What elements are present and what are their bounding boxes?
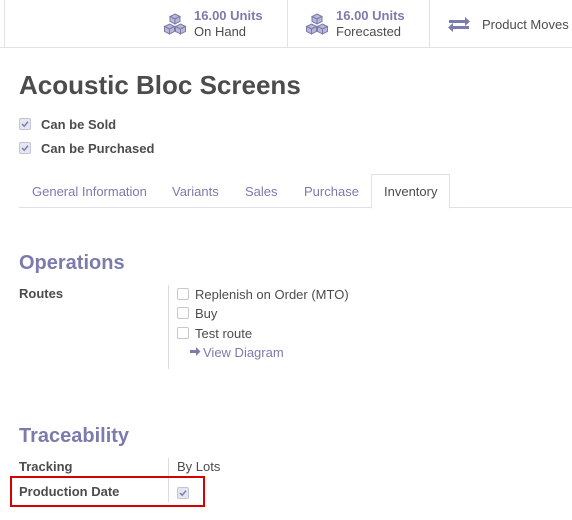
stat-buttons-bar: 16.00 Units On Hand 16.00 Units Forecast… bbox=[0, 0, 572, 48]
checkmark-icon bbox=[21, 121, 29, 128]
can-be-sold-label: Can be Sold bbox=[41, 116, 117, 132]
forecasted-value: 16.00 Units bbox=[336, 8, 405, 23]
tab-purchase[interactable]: Purchase bbox=[304, 174, 359, 208]
routes-divider bbox=[168, 285, 169, 369]
view-diagram-link[interactable]: View Diagram bbox=[189, 344, 284, 360]
operations-section-title: Operations bbox=[19, 252, 125, 274]
route-checkbox[interactable] bbox=[177, 307, 189, 319]
forecasted-button[interactable]: 16.00 Units Forecasted bbox=[288, 0, 430, 48]
cubes-icon bbox=[160, 9, 190, 39]
tracking-value[interactable]: By Lots bbox=[177, 459, 220, 474]
tab-variants[interactable]: Variants bbox=[172, 174, 219, 208]
notebook-tabs: General Information Variants Sales Purch… bbox=[19, 174, 572, 209]
cubes-icon bbox=[302, 9, 332, 39]
can-be-purchased-label: Can be Purchased bbox=[41, 140, 155, 156]
exchange-arrows-icon bbox=[444, 9, 474, 39]
on-hand-value: 16.00 Units bbox=[194, 8, 263, 23]
route-option[interactable]: Test route bbox=[177, 325, 252, 341]
tab-inventory[interactable]: Inventory bbox=[371, 174, 451, 209]
route-label: Buy bbox=[195, 305, 218, 321]
forecasted-label: Forecasted bbox=[336, 24, 402, 39]
product-moves-button[interactable]: Product Moves bbox=[430, 0, 572, 48]
route-option[interactable]: Buy bbox=[177, 305, 217, 321]
can-be-sold-option[interactable]: Can be Sold bbox=[19, 116, 116, 132]
on-hand-label: On Hand bbox=[194, 24, 247, 39]
arrow-right-icon bbox=[189, 345, 201, 360]
production-date-highlight bbox=[10, 476, 205, 507]
can-be-purchased-checkbox[interactable] bbox=[19, 142, 31, 154]
route-label: Replenish on Order (MTO) bbox=[195, 286, 349, 302]
tracking-label: Tracking bbox=[19, 459, 73, 474]
can-be-purchased-option[interactable]: Can be Purchased bbox=[19, 140, 154, 156]
tab-general-information[interactable]: General Information bbox=[32, 174, 147, 208]
on-hand-button[interactable]: 16.00 Units On Hand bbox=[146, 0, 288, 48]
product-moves-label: Product Moves bbox=[482, 16, 569, 32]
routes-label: Routes bbox=[19, 286, 64, 301]
tab-sales[interactable]: Sales bbox=[245, 174, 278, 208]
product-name: Acoustic Bloc Screens bbox=[19, 70, 301, 100]
route-checkbox[interactable] bbox=[177, 288, 189, 300]
route-option[interactable]: Replenish on Order (MTO) bbox=[177, 286, 349, 302]
view-diagram-label: View Diagram bbox=[203, 344, 284, 360]
traceability-section-title: Traceability bbox=[19, 425, 130, 447]
can-be-sold-checkbox[interactable] bbox=[19, 118, 31, 130]
route-label: Test route bbox=[195, 325, 253, 341]
checkmark-icon bbox=[21, 145, 29, 152]
route-checkbox[interactable] bbox=[177, 327, 189, 339]
stat-bar-spacer bbox=[0, 0, 5, 48]
